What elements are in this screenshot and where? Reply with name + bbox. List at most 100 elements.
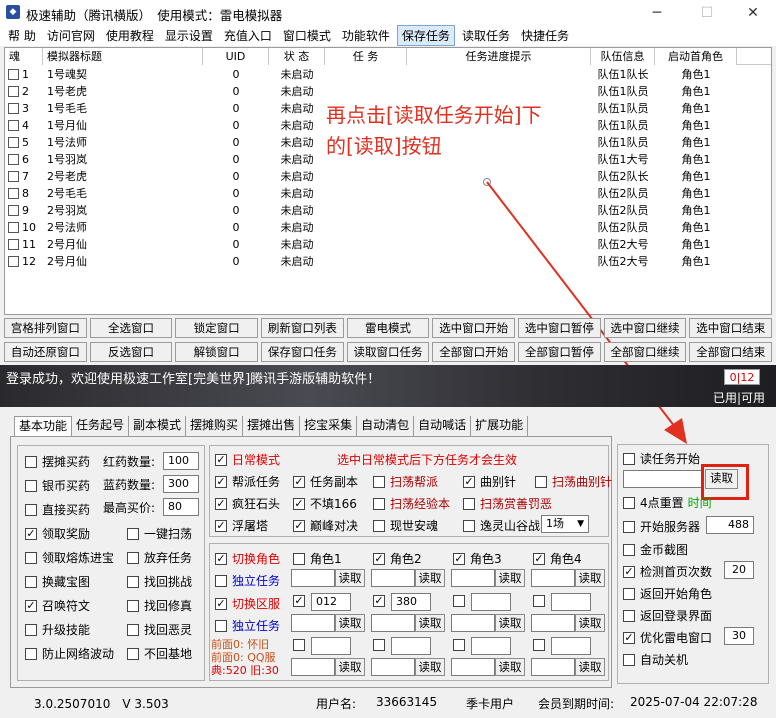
tab-extend[interactable]: 扩展功能 — [471, 416, 529, 436]
read-button[interactable]: 读取 — [495, 658, 525, 676]
role-checkbox[interactable]: ✓ 角色3 — [453, 550, 502, 567]
task-input[interactable] — [371, 614, 415, 632]
server3-checkbox[interactable] — [453, 595, 470, 607]
grid-arrange-button[interactable]: 宫格排列窗口 — [4, 318, 87, 338]
daily-task-checkbox[interactable]: ✓ 巅峰对决 — [293, 517, 358, 534]
role-checkbox[interactable]: ✓ 角色4 — [533, 550, 582, 567]
task-input[interactable] — [291, 658, 335, 676]
tab-task-start[interactable]: 任务起号 — [72, 416, 130, 436]
role-checkbox[interactable]: ✓ 角色2 — [373, 550, 422, 567]
left-option2-checkbox[interactable]: 放弃任务 — [127, 549, 192, 566]
extra-input[interactable] — [311, 637, 351, 655]
read-button[interactable]: 读取 — [335, 658, 365, 676]
opt-window-checkbox[interactable]: ✓ 优化雷电窗口 — [623, 629, 712, 646]
task-input[interactable] — [531, 569, 575, 587]
daily-task-checkbox[interactable]: ✓ 浮屠塔 — [215, 517, 268, 534]
server3-input[interactable] — [471, 593, 511, 611]
read-window-task-button[interactable]: 读取窗口任务 — [346, 342, 430, 362]
left-option-checkbox[interactable]: 换藏宝图 — [25, 573, 90, 590]
extra-input[interactable] — [551, 637, 591, 655]
read-button[interactable]: 读取 — [335, 614, 365, 632]
tab-dig-collect[interactable]: 挖宝采集 — [300, 416, 358, 436]
daily-task-checkbox[interactable]: ✓ 疯狂石头 — [215, 495, 280, 512]
daily-task-checkbox[interactable]: 扫荡经验本 — [373, 495, 450, 512]
start-server-input[interactable]: 488 — [706, 516, 754, 534]
read-task-start-checkbox[interactable]: 读任务开始 — [623, 450, 700, 467]
server4-input[interactable] — [551, 593, 591, 611]
daily-task-checkbox[interactable]: ✓ 任务副本 — [293, 473, 358, 490]
selected-end-button[interactable]: 选中窗口结束 — [689, 318, 773, 338]
server2-checkbox[interactable]: ✓ — [373, 595, 390, 607]
daily-task-checkbox[interactable]: ✓ 帮派任务 — [215, 473, 280, 490]
left-option-checkbox[interactable]: 直接买药 — [25, 501, 90, 518]
left-option-checkbox[interactable]: 银币买药 — [25, 477, 90, 494]
left-option-checkbox[interactable]: 防止网络波动 — [25, 645, 114, 662]
all-continue-button[interactable]: 全部窗口继续 — [603, 342, 687, 362]
read-button[interactable]: 读取 — [415, 658, 445, 676]
daily-mode-checkbox[interactable]: ✓ 日常模式 — [215, 451, 280, 468]
all-start-button[interactable]: 全部窗口开始 — [432, 342, 516, 362]
daily-task-checkbox[interactable]: 现世安魂 — [373, 517, 438, 534]
left-option2-checkbox[interactable]: 找回挑战 — [127, 573, 192, 590]
role-checkbox[interactable]: 角色1 — [293, 550, 342, 567]
task-input[interactable] — [451, 614, 495, 632]
refresh-list-button[interactable]: 刷新窗口列表 — [261, 318, 344, 338]
task-input[interactable] — [531, 658, 575, 676]
selected-pause-button[interactable]: 选中窗口暂停 — [518, 318, 601, 338]
invert-select-button[interactable]: 反选窗口 — [89, 342, 173, 362]
detect-pages-checkbox[interactable]: ✓ 检测首页次数 — [623, 563, 712, 580]
auto-shutdown-checkbox[interactable]: 自动关机 — [623, 651, 688, 668]
server4-checkbox[interactable] — [533, 595, 550, 607]
battle-select[interactable]: 1场 ▼ — [541, 515, 589, 533]
hp-input[interactable]: 100 — [163, 452, 199, 470]
solo-task2-checkbox[interactable]: 独立任务 — [215, 617, 280, 634]
task-input[interactable] — [371, 658, 415, 676]
tab-dungeon[interactable]: 副本模式 — [129, 416, 187, 436]
tab-basic[interactable]: 基本功能 — [14, 416, 73, 436]
read-button[interactable]: 读取 — [415, 569, 445, 587]
unlock-window-button[interactable]: 解锁窗口 — [175, 342, 259, 362]
left-option-checkbox[interactable]: ✓ 领取奖励 — [25, 525, 90, 542]
tab-stall-buy[interactable]: 摆摊购买 — [186, 416, 244, 436]
return-login-checkbox[interactable]: 返回登录界面 — [623, 607, 712, 624]
left-option2-checkbox[interactable]: 找回修真 — [127, 597, 192, 614]
all-end-button[interactable]: 全部窗口结束 — [689, 342, 773, 362]
selected-start-button[interactable]: 选中窗口开始 — [432, 318, 516, 338]
task-input[interactable] — [291, 614, 335, 632]
task-input[interactable] — [291, 569, 335, 587]
task-input[interactable] — [451, 569, 495, 587]
left-option-checkbox[interactable]: 摆摊买药 — [25, 453, 90, 470]
select-all-button[interactable]: 全选窗口 — [89, 318, 173, 338]
daily-task-checkbox[interactable]: 扫荡曲别针 — [535, 473, 612, 490]
read-button[interactable]: 读取 — [575, 658, 605, 676]
left-option-checkbox[interactable]: 领取熔炼进宝 — [25, 549, 114, 566]
auto-restore-button[interactable]: 自动还原窗口 — [4, 342, 87, 362]
daily-task-checkbox[interactable]: ✓ 曲别针 — [463, 473, 516, 490]
all-pause-button[interactable]: 全部窗口暂停 — [518, 342, 601, 362]
daily-task-checkbox[interactable]: 逸灵山谷战 — [463, 517, 540, 534]
selected-continue-button[interactable]: 选中窗口继续 — [603, 318, 687, 338]
extra-checkbox[interactable] — [453, 639, 470, 651]
task-input[interactable] — [451, 658, 495, 676]
left-option2-checkbox[interactable]: 找回恶灵 — [127, 621, 192, 638]
server2-input[interactable]: 380 — [391, 593, 431, 611]
extra-input[interactable] — [391, 637, 431, 655]
server1-input[interactable]: 012 — [311, 593, 351, 611]
return-start-checkbox[interactable]: 返回开始角色 — [623, 585, 712, 602]
left-option-checkbox[interactable]: 升级技能 — [25, 621, 90, 638]
reset4-checkbox[interactable]: 4点重置 时间 — [623, 494, 712, 511]
read-button[interactable]: 读取 — [415, 614, 445, 632]
tab-auto-clean[interactable]: 自动清包 — [357, 416, 415, 436]
solo-task-checkbox[interactable]: 独立任务 — [215, 572, 280, 589]
switch-server-checkbox[interactable]: ✓ 切换区服 — [215, 595, 280, 612]
read-button[interactable]: 读取 — [335, 569, 365, 587]
server1-checkbox[interactable]: ✓ — [293, 595, 310, 607]
task-input[interactable] — [531, 614, 575, 632]
read-button[interactable]: 读取 — [575, 614, 605, 632]
leidian-mode-button[interactable]: 雷电模式 — [346, 318, 430, 338]
left-option-checkbox[interactable]: ✓ 召唤符文 — [25, 597, 90, 614]
daily-task-checkbox[interactable]: 扫荡赏善罚恶 — [463, 495, 552, 512]
extra-checkbox[interactable] — [533, 639, 550, 651]
switch-role-checkbox[interactable]: ✓ 切换角色 — [215, 550, 280, 567]
save-window-task-button[interactable]: 保存窗口任务 — [261, 342, 344, 362]
